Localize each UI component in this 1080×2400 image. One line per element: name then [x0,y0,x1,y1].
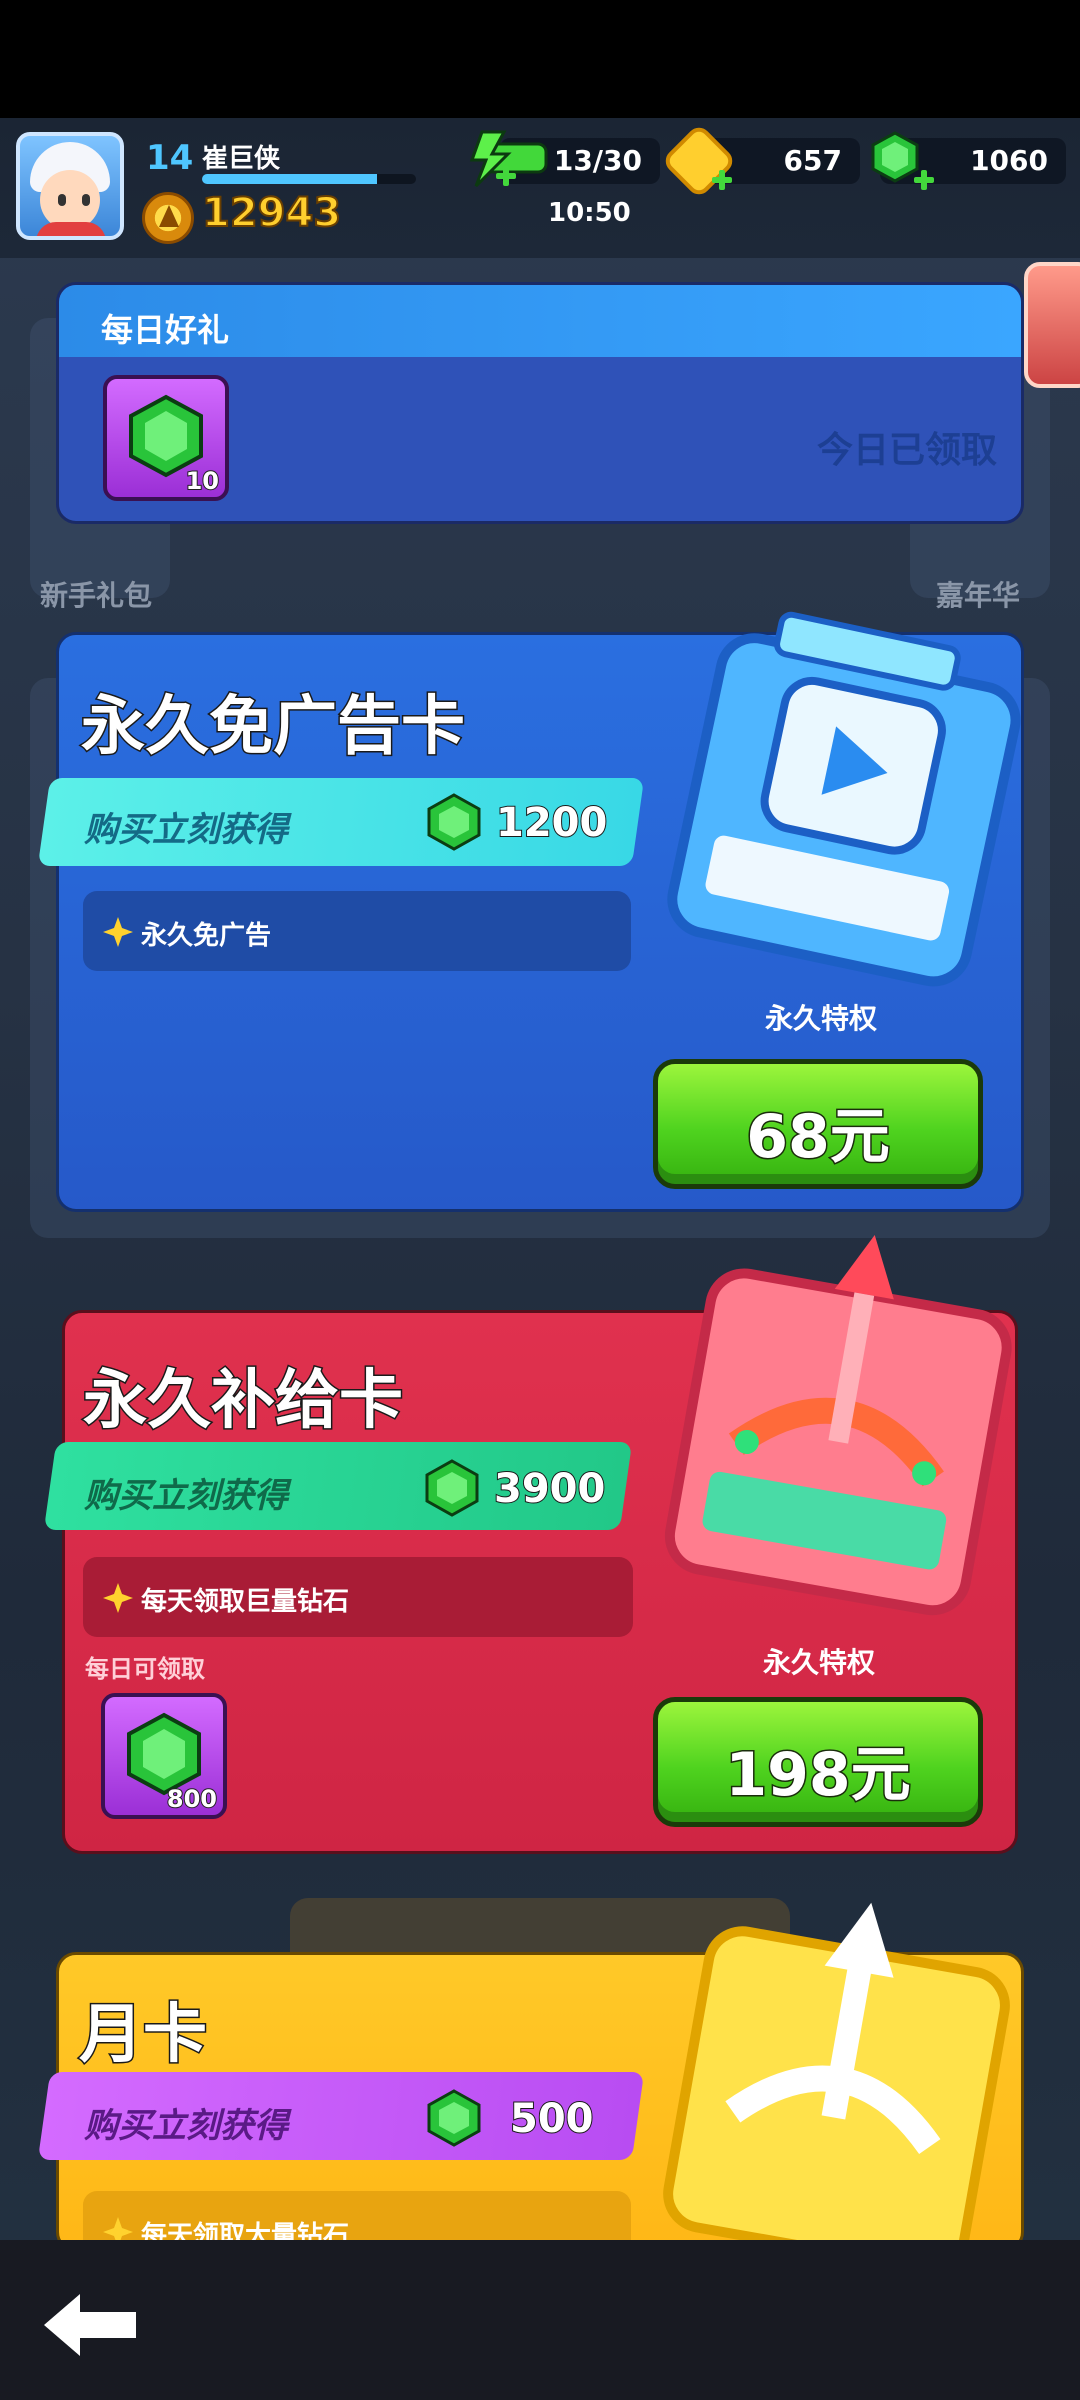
xp-bar [202,174,416,184]
energy-timer: 10:50 [548,198,631,228]
side-character-icon[interactable] [1024,262,1080,388]
gem-value: 1060 [970,144,1048,177]
monthly-card-title: 月卡 [78,1997,209,2074]
supply-price: 198元 [724,1739,912,1812]
star-icon [103,917,133,947]
daily-gift-status: 今日已领取 [816,430,997,471]
supply-perm-label: 永久特权 [763,1646,876,1679]
ad-free-ribbon-amount: 1200 [495,799,608,847]
monthly-ticket-icon [663,1902,1010,2240]
trophy-icon [142,192,194,244]
trophy-count: 12943 [201,189,342,237]
ad-free-perm-label: 永久特权 [765,1002,878,1035]
coin-value: 657 [783,144,842,177]
supply-perk-text: 每天领取巨量钻石 [141,1587,350,1617]
energy-plus-icon[interactable] [496,166,516,186]
daily-gift-item-count: 10 [185,466,220,496]
daily-gift-card: 每日好礼 10 今日已领取 [56,282,1024,524]
ad-free-perk-text: 永久免广告 [141,921,272,951]
ad-free-ribbon-label: 购买立刻获得 [84,810,288,850]
monthly-ribbon-amount: 500 [509,2095,594,2143]
bg-label-newbie-pack: 新手礼包 [40,579,153,612]
ad-free-card-title: 永久免广告卡 [80,689,467,766]
player-name: 崔巨侠 [202,144,281,174]
ad-free-perk-box: 永久免广告 [83,891,631,971]
supply-ribbon-amount: 3900 [493,1465,606,1513]
player-level: 14 [146,138,194,178]
energy-value: 13/30 [553,144,642,177]
supply-ribbon-label: 购买立刻获得 [84,1476,288,1516]
ad-free-buy-button[interactable]: 68元 [653,1059,983,1189]
daily-gift-title: 每日好礼 [101,311,230,349]
monthly-ribbon-label: 购买立刻获得 [84,2106,288,2146]
gem-icon [427,2089,481,2147]
avatar-eye-right [82,194,90,206]
back-arrow-icon[interactable] [40,2290,140,2360]
avatar-face [40,170,100,230]
coin-plus-icon[interactable] [712,170,732,190]
xp-bar-fill [202,174,378,184]
ad-free-price: 68元 [745,1101,892,1174]
avatar-body [36,222,106,236]
star-icon [103,1583,133,1613]
status-bar [0,0,1080,118]
supply-buy-button[interactable]: 198元 [653,1697,983,1827]
supply-perk-box: 每天领取巨量钻石 [83,1557,633,1637]
ad-free-ticket-icon [667,611,1021,987]
supply-ticket-icon [664,1235,1012,1616]
daily-gift-item-slot: 10 [103,375,229,501]
top-hud: 14 崔巨侠 12943 13/30 10:50 657 1060 [0,118,1080,258]
supply-item-slot: 800 [101,1693,227,1819]
user-avatar[interactable] [16,132,124,240]
gem-plus-icon[interactable] [914,170,934,190]
avatar-eye-left [58,194,66,206]
supply-card-title: 永久补给卡 [82,1363,405,1440]
supply-item-count: 800 [166,1784,218,1814]
navigation-bar [0,2240,1080,2400]
gem-icon [425,1459,479,1517]
gem-icon [427,793,481,851]
supply-daily-label: 每日可领取 [85,1655,205,1683]
